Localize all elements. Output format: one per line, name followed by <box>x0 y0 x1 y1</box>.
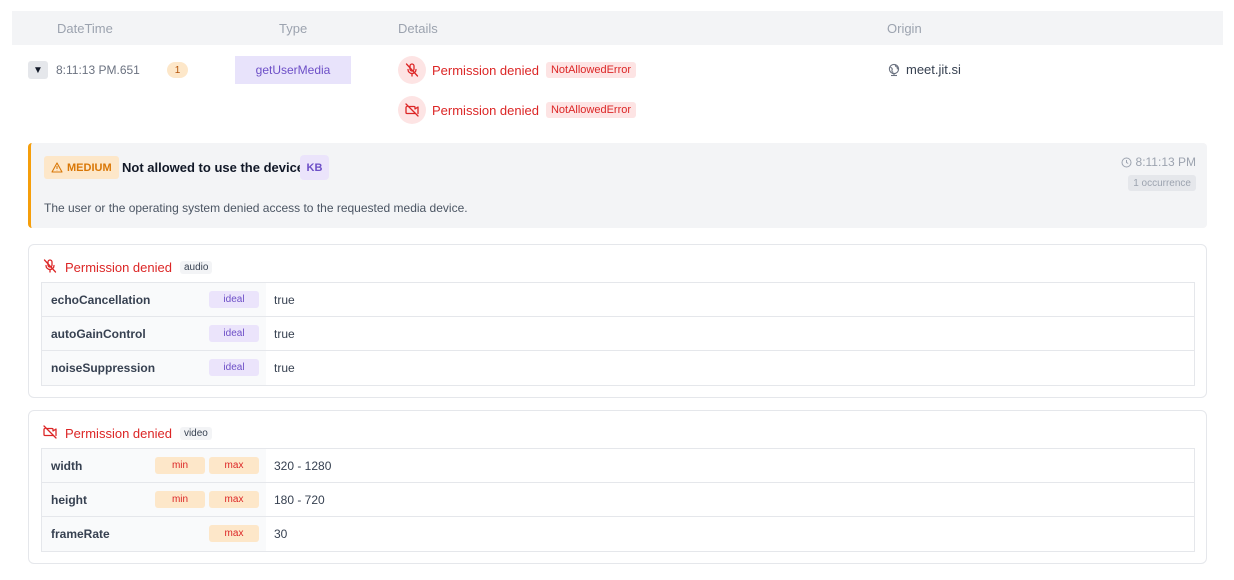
header-type: Type <box>279 21 308 36</box>
event-count-badge: 1 <box>167 62 188 78</box>
alert-timestamp: 8:11:13 PM <box>1121 155 1196 169</box>
constraint-name: echoCancellation <box>51 293 151 307</box>
mic-off-icon <box>398 56 426 84</box>
mic-off-icon <box>42 258 58 277</box>
detail-item-audio: Permission denied NotAllowedError <box>398 56 637 84</box>
constraint-name: width <box>51 459 83 473</box>
event-origin[interactable]: meet.jit.si <box>887 62 961 77</box>
constraint-tag: ideal <box>209 291 259 308</box>
constraint-value: 180 - 720 <box>274 493 325 507</box>
constraint-tag: min <box>155 457 205 474</box>
event-time: 8:11:13 PM.651 <box>56 63 140 77</box>
header-details: Details <box>398 21 438 36</box>
constraint-tag: ideal <box>209 359 259 376</box>
constraint-tag: min <box>155 491 205 508</box>
constraint-tag: max <box>209 491 259 508</box>
constraint-value: true <box>274 361 295 375</box>
table-row: height min max 180 - 720 <box>42 483 1194 517</box>
card-label: Permission denied <box>65 260 172 275</box>
card-header: Permission denied video <box>42 424 212 443</box>
constraint-name: frameRate <box>51 527 110 541</box>
camera-off-icon <box>42 424 58 443</box>
table-row: noiseSuppression ideal true <box>42 351 1194 385</box>
camera-off-icon <box>398 96 426 124</box>
table-row: frameRate max 30 <box>42 517 1194 551</box>
constraint-name: autoGainControl <box>51 327 146 341</box>
alert-time-text: 8:11:13 PM <box>1135 155 1196 169</box>
origin-text: meet.jit.si <box>906 62 961 77</box>
table-row: echoCancellation ideal true <box>42 283 1194 317</box>
header-origin: Origin <box>887 21 922 36</box>
severity-badge: MEDIUM <box>44 156 119 179</box>
kb-link-button[interactable]: KB <box>300 155 329 180</box>
constraints-table: echoCancellation ideal true autoGainCont… <box>41 282 1195 386</box>
card-header: Permission denied audio <box>42 258 213 277</box>
globe-icon <box>888 63 900 76</box>
constraint-tag: max <box>209 457 259 474</box>
table-row: width min max 320 - 1280 <box>42 449 1194 483</box>
audio-constraints-card: Permission denied audio echoCancellation… <box>28 244 1207 398</box>
constraint-value: 30 <box>274 527 288 541</box>
constraint-name: height <box>51 493 87 507</box>
table-header: DateTime Type Details Origin <box>12 11 1223 45</box>
header-datetime: DateTime <box>57 21 113 36</box>
constraint-value: true <box>274 293 295 307</box>
alert-title: Not allowed to use the device <box>122 160 305 175</box>
table-row: autoGainControl ideal true <box>42 317 1194 351</box>
constraint-value: true <box>274 327 295 341</box>
alert-description: The user or the operating system denied … <box>44 201 468 215</box>
warning-icon <box>51 162 63 173</box>
detail-text: Permission denied <box>432 102 539 118</box>
error-badge: NotAllowedError <box>545 62 637 78</box>
event-type-pill: getUserMedia <box>235 56 351 84</box>
constraint-tag: max <box>209 525 259 542</box>
card-label: Permission denied <box>65 426 172 441</box>
expand-toggle-button[interactable]: ▼ <box>28 61 48 79</box>
constraint-value: 320 - 1280 <box>274 459 332 473</box>
video-constraints-card: Permission denied video width min max 32… <box>28 410 1207 564</box>
severity-label: MEDIUM <box>67 161 112 174</box>
constraint-tag: ideal <box>209 325 259 342</box>
detail-item-video: Permission denied NotAllowedError <box>398 96 637 124</box>
media-kind-badge: audio <box>179 261 213 274</box>
detail-text: Permission denied <box>432 62 539 78</box>
constraint-name: noiseSuppression <box>51 361 156 375</box>
constraints-table: width min max 320 - 1280 height min max … <box>41 448 1195 552</box>
occurrence-badge: 1 occurrence <box>1128 175 1196 191</box>
media-kind-badge: video <box>179 427 212 440</box>
error-alert: MEDIUM Not allowed to use the device KB … <box>28 143 1207 228</box>
clock-icon <box>1121 157 1132 167</box>
error-badge: NotAllowedError <box>545 102 637 118</box>
